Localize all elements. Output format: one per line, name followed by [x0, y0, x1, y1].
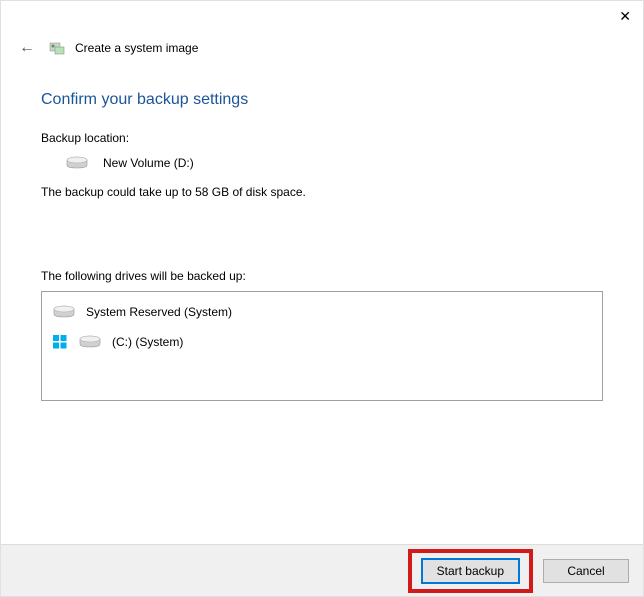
tutorial-highlight: Start backup [408, 549, 533, 593]
hard-drive-icon [52, 304, 76, 320]
backup-location-label: Backup location: [41, 131, 603, 145]
window-title: Create a system image [75, 41, 198, 55]
start-backup-button[interactable]: Start backup [422, 559, 519, 583]
drives-list: System Reserved (System) (C:) (System) [41, 291, 603, 401]
backup-location-row: New Volume (D:) [41, 155, 603, 171]
hard-drive-icon [78, 334, 102, 350]
wizard-footer: Start backup Cancel [1, 544, 643, 596]
back-arrow-icon[interactable]: ← [15, 37, 39, 59]
windows-logo-icon [52, 334, 68, 350]
content-area: Confirm your backup settings Backup loca… [1, 63, 643, 401]
drive-name: (C:) (System) [112, 335, 183, 349]
system-image-icon [49, 40, 65, 56]
hard-drive-icon [65, 155, 89, 171]
cancel-button[interactable]: Cancel [543, 559, 629, 583]
drives-list-label: The following drives will be backed up: [41, 269, 603, 283]
wizard-header: ← Create a system image [1, 31, 643, 63]
close-icon[interactable]: ✕ [619, 8, 631, 25]
size-warning: The backup could take up to 58 GB of dis… [41, 185, 603, 199]
page-heading: Confirm your backup settings [41, 91, 603, 109]
list-item: System Reserved (System) [52, 300, 592, 330]
list-item: (C:) (System) [52, 330, 592, 360]
drive-name: System Reserved (System) [86, 305, 232, 319]
backup-location-value: New Volume (D:) [103, 156, 194, 170]
